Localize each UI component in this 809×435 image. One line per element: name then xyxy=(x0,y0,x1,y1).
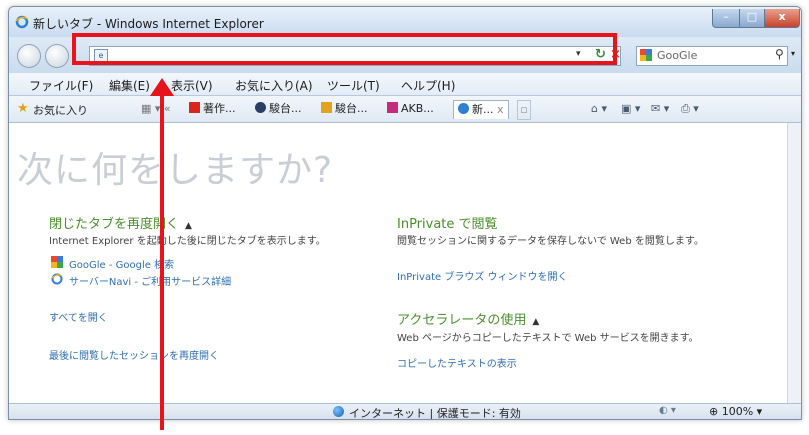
home-icon[interactable]: ⌂ ▾ xyxy=(591,102,607,115)
new-tab-page: 次に何をしますか? 閉じたタブを再度開く ▲ Internet Explorer … xyxy=(9,123,787,403)
search-dropdown-icon[interactable]: ▾ xyxy=(791,49,795,58)
refresh-icon[interactable]: ↻ xyxy=(595,47,606,62)
search-icon[interactable]: ⚲ xyxy=(775,47,784,61)
close-button[interactable]: x xyxy=(764,9,800,28)
print-icon[interactable]: ⎙ ▾ xyxy=(681,102,699,116)
reopen-link-server-navi[interactable]: サーバーNavi - ご利用サービス詳細 xyxy=(69,273,231,288)
favorites-star-icon[interactable]: ★ xyxy=(17,101,29,116)
title-bar: 新しいタブ - Windows Internet Explorer – □ x xyxy=(9,7,801,37)
address-dropdown-icon[interactable]: ▾ xyxy=(576,49,581,59)
security-zone-status[interactable]: インターネット | 保護モード: 有効 xyxy=(349,405,521,419)
status-bar: インターネット | 保護モード: 有効 ◐ ▾ ⊕ 100% ▾ xyxy=(9,403,801,419)
menu-favorites[interactable]: お気に入り(A) xyxy=(235,77,313,94)
new-tab-button[interactable]: ▫ xyxy=(517,100,531,120)
window-title: 新しいタブ - Windows Internet Explorer xyxy=(33,17,264,31)
reopen-section-title[interactable]: 閉じたタブを再度開く ▲ xyxy=(49,213,192,232)
accelerator-description: Web ページからコピーしたテキストで Web サービスを開きます。 xyxy=(397,333,699,344)
vertical-scrollbar[interactable] xyxy=(787,123,801,403)
collapse-caret-icon[interactable]: ▲ xyxy=(185,221,192,231)
globe-icon xyxy=(333,406,344,417)
reopen-last-session-link[interactable]: 最後に閲覧したセッションを再度開く xyxy=(49,347,219,362)
favorites-bar: ★ お気に入り ▦ ▾ « 著作... 駿台... 駿台... AKB... 新… xyxy=(9,96,801,123)
reopen-link-google[interactable]: GooGle - Google 検索 xyxy=(69,256,174,271)
accelerator-section-title[interactable]: アクセラレータの使用 ▲ xyxy=(397,309,539,328)
inprivate-section-title[interactable]: InPrivate で閲覧 xyxy=(397,213,498,232)
mail-icon[interactable]: ✉ ▾ xyxy=(651,102,669,115)
google-icon xyxy=(640,49,652,61)
page-icon: e xyxy=(94,49,108,63)
tab-4-label: AKB... xyxy=(401,102,434,115)
tab-new-active[interactable]: 新... x xyxy=(453,100,509,119)
back-button[interactable] xyxy=(17,44,41,68)
inprivate-description: 閲覧セッションに関するデータを保存しないで Web を閲覧します。 xyxy=(397,236,704,247)
accelerator-copy-link[interactable]: コピーしたテキストの表示 xyxy=(397,355,517,370)
tab-favicon-icon xyxy=(321,102,332,113)
annotation-arrow-line xyxy=(160,92,164,430)
menu-tools[interactable]: ツール(T) xyxy=(327,77,380,94)
inprivate-open-link[interactable]: InPrivate ブラウズ ウィンドウを開く xyxy=(397,268,568,283)
tab-3[interactable]: 駿台... xyxy=(321,100,368,118)
navigation-bar: e ▾ ↻ × GooGle ⚲ ▾ xyxy=(9,37,801,73)
zoom-level[interactable]: ⊕ 100% ▾ xyxy=(709,405,762,418)
page-title: 次に何をしますか? xyxy=(17,150,334,191)
search-input[interactable]: GooGle xyxy=(657,49,697,62)
tab-2[interactable]: 駿台... xyxy=(255,100,302,118)
menu-edit[interactable]: 編集(E) xyxy=(109,77,150,94)
menu-bar: ファイル(F) 編集(E) 表示(V) お気に入り(A) ツール(T) ヘルプ(… xyxy=(9,73,801,96)
stop-icon[interactable]: × xyxy=(610,47,621,62)
browser-window: 新しいタブ - Windows Internet Explorer – □ x … xyxy=(8,6,802,420)
forward-button[interactable] xyxy=(45,44,69,68)
search-box[interactable]: GooGle xyxy=(636,46,788,66)
tab-favicon-icon xyxy=(189,102,200,113)
feeds-icon[interactable]: ▣ ▾ xyxy=(621,102,640,115)
tab-2-label: 駿台... xyxy=(269,102,302,115)
google-icon xyxy=(51,256,63,268)
menu-help[interactable]: ヘルプ(H) xyxy=(401,77,455,94)
ie-logo-icon xyxy=(51,273,63,285)
tab-favicon-icon xyxy=(387,102,398,113)
tab-1-label: 著作... xyxy=(203,102,236,115)
protected-mode-icon[interactable]: ◐ ▾ xyxy=(659,405,676,416)
tab-close-icon[interactable]: x xyxy=(497,103,504,116)
tab-4[interactable]: AKB... xyxy=(387,100,434,118)
quick-tabs-icon[interactable]: ▦ ▾ « xyxy=(141,100,171,118)
minimize-button[interactable]: – xyxy=(712,9,740,28)
collapse-caret-icon[interactable]: ▲ xyxy=(532,317,539,327)
ie-tab-icon xyxy=(458,103,469,114)
accelerator-title-text: アクセラレータの使用 xyxy=(397,313,527,328)
menu-view[interactable]: 表示(V) xyxy=(171,77,213,94)
address-bar[interactable]: e ▾ ↻ × xyxy=(89,46,621,66)
favorites-label[interactable]: お気に入り xyxy=(33,102,88,118)
tab-favicon-icon xyxy=(255,102,266,113)
open-all-link[interactable]: すべてを開く xyxy=(49,309,108,324)
tab-1[interactable]: 著作... xyxy=(189,100,236,118)
tab-3-label: 駿台... xyxy=(335,102,368,115)
ie-logo-icon xyxy=(15,15,29,29)
reopen-description: Internet Explorer を起動した後に閉じたタブを表示します。 xyxy=(49,236,326,247)
tab-5-label: 新... xyxy=(472,103,494,116)
zoom-value: 100% xyxy=(721,405,754,418)
maximize-button[interactable]: □ xyxy=(739,9,765,28)
menu-file[interactable]: ファイル(F) xyxy=(29,77,93,94)
